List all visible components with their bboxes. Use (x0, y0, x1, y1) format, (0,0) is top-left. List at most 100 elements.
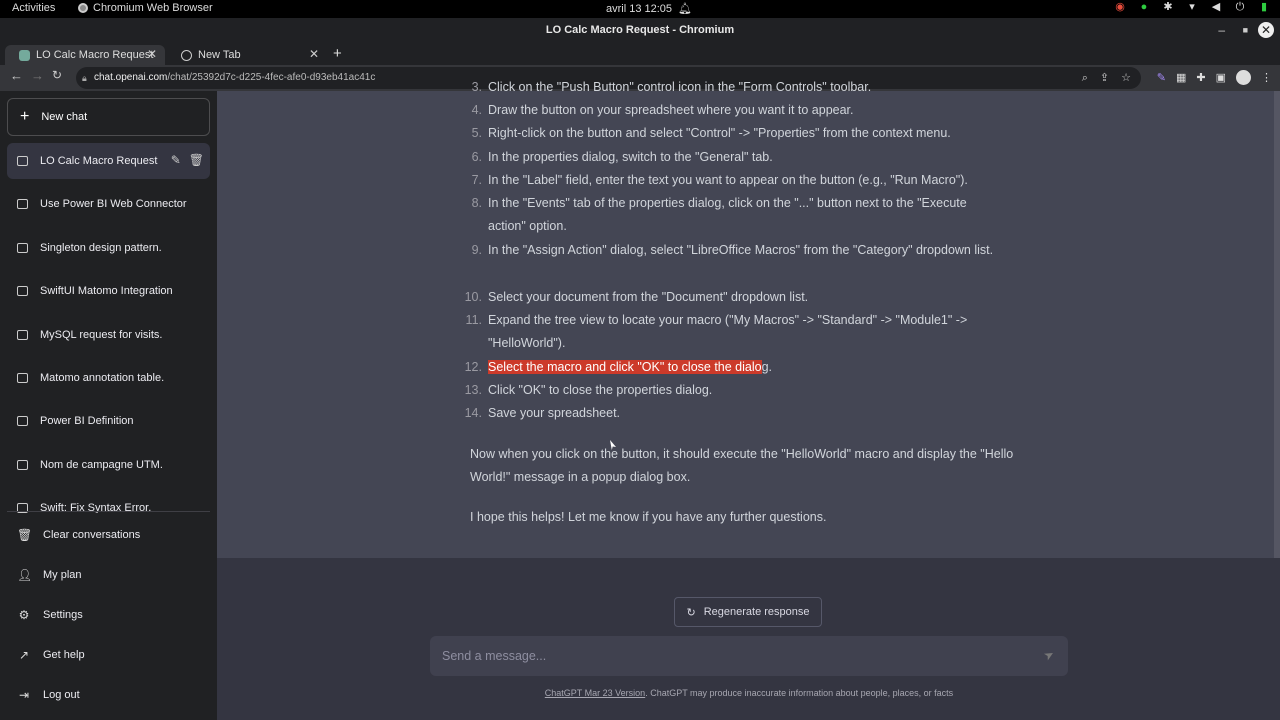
chat-bubble-icon (17, 199, 28, 209)
trash-icon: 🗑︎ (17, 528, 33, 542)
my-plan-label: My plan (43, 569, 82, 581)
conversation-list: LO Calc Macro Request ✎ 🗑︎ Use Power BI … (0, 143, 217, 513)
clock-text: avril 13 12:05 (606, 2, 673, 15)
conversation-item[interactable]: Power BI Definition (7, 403, 210, 439)
chat-bubble-icon (17, 156, 28, 166)
conversation-label: Power BI Definition (40, 415, 134, 427)
reload-icon[interactable]: ↻ (52, 68, 62, 82)
clear-conversations-button[interactable]: 🗑︎ Clear conversations (7, 517, 210, 553)
new-chat-button[interactable]: + New chat (7, 98, 210, 136)
log-out-label: Log out (43, 689, 80, 701)
tab-new-tab[interactable]: New Tab ✕ (167, 45, 327, 65)
step-number: 3. (471, 80, 482, 94)
bell-icon: 🔔︎ (678, 3, 693, 15)
window-title: LO Calc Macro Request - Chromium (545, 24, 735, 36)
chat-bubble-icon (17, 460, 28, 470)
window-titlebar: LO Calc Macro Request - Chromium – ■ ✕ (0, 18, 1280, 43)
step-text: Save your spreadsheet. (488, 406, 621, 420)
step-number: 7. (471, 173, 482, 187)
step-number: 8. (471, 196, 482, 210)
step-text: In the "Assign Action" dialog, select "L… (488, 243, 994, 257)
app-menu[interactable]: Chromium Web Browser (78, 2, 213, 14)
conversation-item[interactable]: Use Power BI Web Connector (7, 186, 210, 222)
clear-conversations-label: Clear conversations (43, 529, 141, 541)
new-tab-icon[interactable]: + (333, 45, 342, 62)
close-tab-icon[interactable]: ✕ (309, 47, 319, 61)
share-icon[interactable]: ⇪ (1100, 67, 1109, 89)
tab-label: LO Calc Macro Request (36, 49, 154, 61)
battery-icon: ▮ (1260, 1, 1268, 13)
new-chat-label: New chat (41, 111, 88, 123)
tab-lo-calc[interactable]: LO Calc Macro Request ✕ (5, 45, 165, 65)
assistant-message: 3. Click on the "Push Button" control ic… (217, 80, 1274, 558)
screen: Activities Chromium Web Browser avril 13… (0, 0, 1280, 720)
regenerate-response-button[interactable]: ↻ Regenerate response (674, 597, 822, 627)
sidebar-divider (7, 511, 210, 512)
scrollbar[interactable] (1274, 91, 1280, 558)
settings-button[interactable]: ⚙ Settings (7, 597, 210, 633)
step-text: Expand the tree view to locate your macr… (488, 313, 968, 350)
chat-bubble-icon (17, 373, 28, 383)
step-number: 13. (464, 383, 482, 397)
puzzle-icon[interactable]: ✚ (1196, 71, 1205, 84)
step-number: 14. (464, 406, 482, 420)
system-tray[interactable]: ◉ ● ✱ ▾ ◀ ⏻ ▮ (1114, 1, 1270, 13)
close-tab-icon[interactable]: ✕ (147, 47, 157, 61)
globe-icon (181, 49, 192, 61)
chat-bubble-icon (17, 330, 28, 340)
clock[interactable]: avril 13 12:05 🔔︎ (606, 2, 693, 16)
sidepanel-icon[interactable]: ▣ (1216, 71, 1226, 84)
tab-label: New Tab (198, 49, 241, 61)
chromium-icon (78, 3, 88, 13)
settings-label: Settings (43, 609, 83, 621)
conversation-item[interactable]: SwiftUI Matomo Integration (7, 273, 210, 309)
step-number: 10. (464, 290, 482, 304)
step-text: Draw the button on your spreadsheet wher… (488, 103, 854, 117)
get-help-button[interactable]: ↗ Get help (7, 637, 210, 673)
closing-paragraph: Now when you click on the button, it sho… (470, 447, 1014, 484)
send-icon[interactable]: ➤ (1041, 646, 1057, 663)
main-panel: 3. Click on the "Push Button" control ic… (217, 80, 1280, 720)
conversation-label: LO Calc Macro Request (40, 155, 158, 167)
conversation-item[interactable]: Matomo annotation table. (7, 360, 210, 396)
step-text: Click on the "Push Button" control icon … (488, 80, 872, 94)
conversation-item[interactable]: Nom de campagne UTM. (7, 447, 210, 483)
conversation-item[interactable]: MySQL request for visits. (7, 317, 210, 353)
grid-extension-icon[interactable]: ▦ (1176, 71, 1186, 84)
footer-text: . ChatGPT may produce inaccurate informa… (645, 688, 954, 698)
message-input[interactable] (430, 636, 1030, 676)
activities-button[interactable]: Activities (12, 2, 55, 14)
step-text: Select your document from the "Document"… (488, 290, 809, 304)
my-plan-button[interactable]: 👤︎ My plan (7, 557, 210, 593)
version-link[interactable]: ChatGPT Mar 23 Version (545, 688, 645, 698)
conversation-item[interactable]: Swift: Fix Syntax Error. (7, 490, 210, 513)
minimize-icon[interactable]: – (1218, 18, 1225, 43)
close-window-icon[interactable]: ✕ (1258, 22, 1274, 38)
step-number: 5. (471, 126, 482, 140)
power-icon: ⏻ (1235, 1, 1245, 13)
conversation-item[interactable]: LO Calc Macro Request ✎ 🗑︎ (7, 143, 210, 179)
profile-avatar-icon[interactable] (1236, 70, 1251, 85)
tab-strip: LO Calc Macro Request ✕ New Tab ✕ + (0, 43, 1280, 65)
log-out-button[interactable]: ⇥ Log out (7, 677, 210, 713)
network-icon: ▾ (1189, 1, 1195, 13)
conversation-item[interactable]: Singleton design pattern. (7, 230, 210, 266)
sidebar: + New chat LO Calc Macro Request ✎ 🗑︎ Us… (0, 91, 217, 720)
zoom-icon[interactable]: ⌕ (1082, 67, 1088, 89)
edit-icon[interactable]: ✎ (171, 153, 181, 167)
check-icon: ● (1140, 1, 1148, 13)
highlighted-text: Select the macro and click "OK" to close… (488, 360, 762, 374)
forward-icon[interactable]: → (31, 68, 44, 83)
maximize-icon[interactable]: ■ (1243, 18, 1248, 43)
openai-favicon-icon (19, 49, 30, 61)
volume-icon: ◀ (1211, 1, 1221, 13)
back-icon[interactable]: ← (10, 68, 23, 83)
get-help-label: Get help (43, 649, 85, 661)
kebab-menu-icon[interactable]: ⋮ (1261, 71, 1272, 84)
bookmark-star-icon[interactable]: ☆ (1121, 67, 1131, 89)
step-number: 6. (471, 150, 482, 164)
refresh-icon: ↻ (686, 606, 696, 619)
step-text: Right-click on the button and select "Co… (488, 126, 951, 140)
trash-icon[interactable]: 🗑︎ (189, 153, 204, 167)
pen-extension-icon[interactable]: ✎ (1157, 71, 1166, 84)
